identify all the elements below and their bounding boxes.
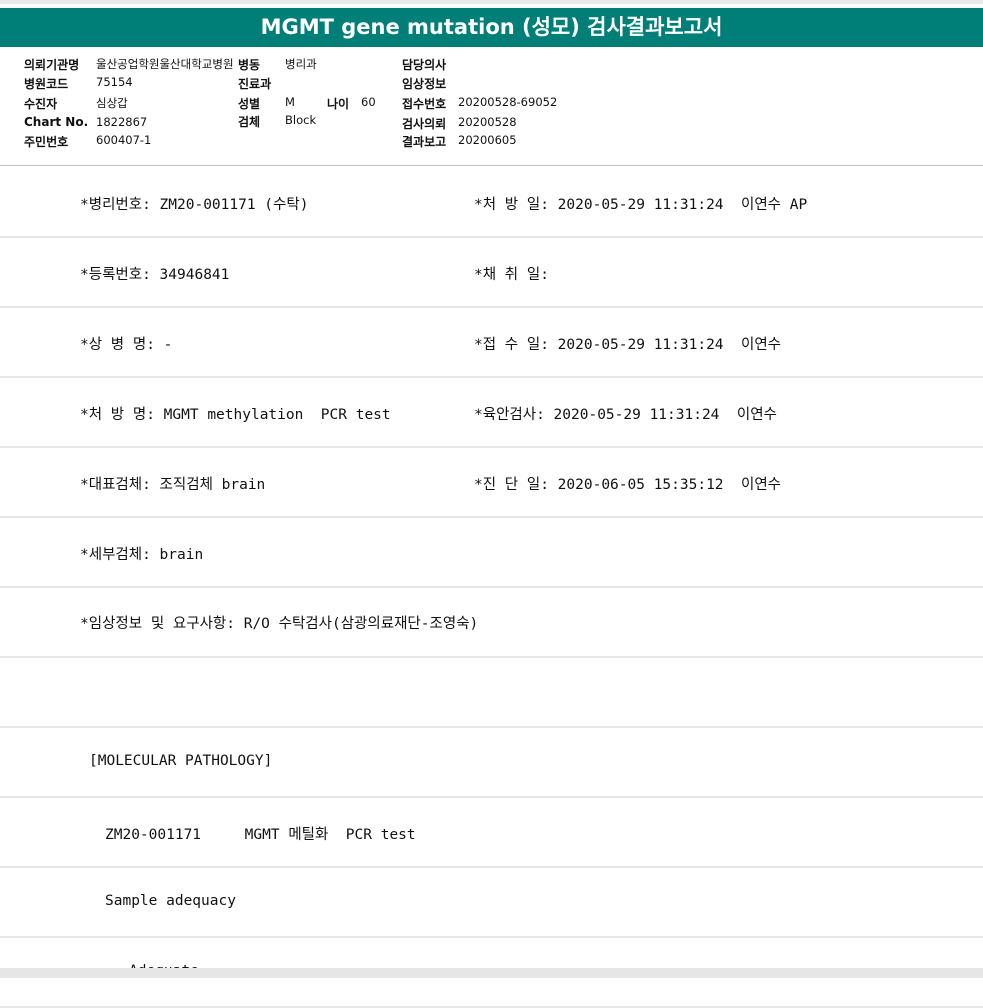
top-border xyxy=(0,0,983,4)
id-value: 600407-1 xyxy=(96,133,152,147)
code-value: 75154 xyxy=(96,75,133,89)
age-value: 60 xyxy=(361,95,376,109)
diagnosis-name: *상 병 명: - xyxy=(80,337,173,353)
row-blank xyxy=(0,658,983,728)
row-pathology-number: *병리번호: ZM20-001171 (수탁) *처 방 일: 2020-05-… xyxy=(0,168,983,238)
receipt-date: *접 수 일: 2020-05-29 11:31:24 이연수 xyxy=(474,337,782,353)
hospital-value: 울산공업학원울산대학교병원 xyxy=(96,57,234,71)
id-label: 주민번호 xyxy=(24,135,69,149)
report-label: 결과보고 xyxy=(402,135,447,149)
ward-label: 병동 xyxy=(238,58,261,72)
patient-label: 수진자 xyxy=(24,97,58,111)
sex-label: 성별 xyxy=(238,97,261,111)
bottom-border xyxy=(0,968,983,978)
row-section-heading: [MOLECULAR PATHOLOGY] xyxy=(0,728,983,798)
age-label: 나이 xyxy=(327,97,350,111)
patient-value: 심상갑 xyxy=(96,96,128,110)
specimen-label: 검체 xyxy=(238,115,261,129)
gross-exam-date: *육안검사: 2020-05-29 11:31:24 이연수 xyxy=(474,407,777,423)
clinical-label: 임상정보 xyxy=(402,77,447,91)
report-value: 20200605 xyxy=(458,133,517,147)
row-diagnosis-name: *상 병 명: - *접 수 일: 2020-05-29 11:31:24 이연… xyxy=(0,308,983,378)
chart-value: 1822867 xyxy=(96,115,148,129)
diagnosis-date: *진 단 일: 2020-06-05 15:35:12 이연수 xyxy=(474,477,782,493)
row-order-name: *처 방 명: MGMT methylation PCR test *육안검사:… xyxy=(0,378,983,448)
test-name: ZM20-001171 MGMT 메틸화 PCR test xyxy=(105,827,416,843)
row-main-specimen: *대표검체: 조직검체 brain *진 단 일: 2020-06-05 15:… xyxy=(0,448,983,518)
report-body: *병리번호: ZM20-001171 (수탁) *처 방 일: 2020-05-… xyxy=(0,168,983,1008)
doctor-label: 담당의사 xyxy=(402,58,447,72)
receipt-value: 20200528-69052 xyxy=(458,95,558,109)
request-value: 20200528 xyxy=(458,115,517,129)
row-test-name: ZM20-001171 MGMT 메틸화 PCR test xyxy=(0,798,983,868)
sex-value: M xyxy=(285,95,295,109)
row-detail-specimen: *세부검체: brain xyxy=(0,518,983,588)
receipt-label: 접수번호 xyxy=(402,97,447,111)
row-sample-adequacy-label: Sample adequacy xyxy=(0,868,983,938)
order-name: *처 방 명: MGMT methylation PCR test xyxy=(80,407,391,423)
code-label: 병원코드 xyxy=(24,77,69,91)
hospital-label: 의뢰기관명 xyxy=(24,58,80,72)
main-specimen: *대표검체: 조직검체 brain xyxy=(80,477,266,493)
chart-label: Chart No. xyxy=(24,115,89,129)
detail-specimen: *세부검체: brain xyxy=(80,547,204,563)
dept-label: 진료과 xyxy=(238,77,272,91)
report-title: MGMT gene mutation (성모) 검사결과보고서 xyxy=(0,8,983,47)
section-heading: [MOLECULAR PATHOLOGY] xyxy=(89,753,273,769)
pathology-number: *병리번호: ZM20-001171 (수탁) xyxy=(80,197,309,213)
registration-number: *등록번호: 34946841 xyxy=(80,267,230,283)
collection-date: *채 취 일: xyxy=(474,267,549,283)
sample-adequacy-label: Sample adequacy xyxy=(105,893,236,909)
row-registration-number: *등록번호: 34946841 *채 취 일: xyxy=(0,238,983,308)
patient-info-panel: 의뢰기관명 울산공업학원울산대학교병원 병동 병리과 담당의사 병원코드 751… xyxy=(0,47,983,166)
row-clinical-request: *임상정보 및 요구사항: R/O 수탁검사(삼광의료재단-조영숙) xyxy=(0,588,983,658)
ward-value: 병리과 xyxy=(285,57,317,71)
order-date: *처 방 일: 2020-05-29 11:31:24 이연수 AP xyxy=(474,197,808,213)
request-label: 검사의뢰 xyxy=(402,117,447,131)
specimen-value: Block xyxy=(285,113,317,127)
clinical-request: *임상정보 및 요구사항: R/O 수탁검사(삼광의료재단-조영숙) xyxy=(80,616,479,632)
